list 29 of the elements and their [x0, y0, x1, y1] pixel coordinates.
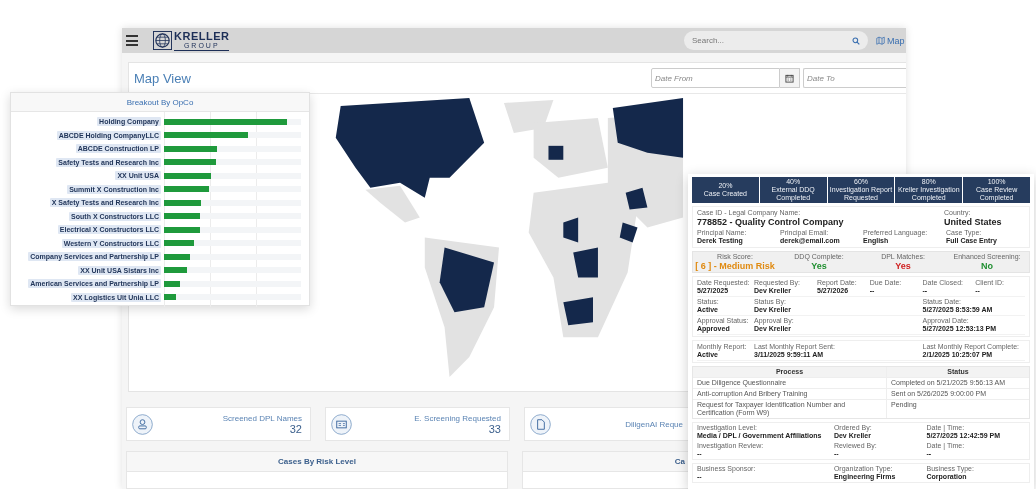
search-field[interactable]: Search... [684, 31, 868, 50]
date-from-field[interactable]: Date From [651, 68, 780, 88]
status-value: Yes [811, 261, 827, 271]
field-value: United States [944, 217, 1003, 227]
date-to-field[interactable]: Date To [803, 68, 906, 88]
globe-icon [153, 31, 172, 50]
calendar-button[interactable] [780, 68, 800, 88]
stat-value: 32 [289, 422, 302, 435]
chart-title: Breakout By OpCo [126, 97, 194, 107]
search-icon[interactable] [852, 36, 860, 45]
company-name: 778852 - Quality Control Company [697, 217, 845, 227]
section-title: Ca [674, 457, 685, 466]
menu-icon[interactable] [126, 35, 138, 46]
map-link[interactable]: Map [876, 35, 906, 46]
stat-label: E. Screening Requested [414, 413, 501, 423]
page-title: Map View [134, 70, 191, 86]
section-title: Cases By Risk Level [278, 457, 356, 466]
stat-value: 33 [488, 422, 501, 435]
id-card-icon [331, 413, 352, 435]
status-value: [ 6 ] - Medium Risk [695, 261, 775, 271]
status-value: No [981, 261, 993, 271]
stat-label: Screened DPL Names [222, 413, 302, 423]
status-value: Yes [895, 261, 911, 271]
stat-label: DiligenAI Reque [625, 419, 683, 429]
document-icon [530, 413, 551, 435]
logo-name: KRELLER [174, 30, 230, 42]
person-icon [132, 413, 153, 435]
map-icon [876, 36, 885, 45]
calendar-icon [785, 73, 794, 83]
